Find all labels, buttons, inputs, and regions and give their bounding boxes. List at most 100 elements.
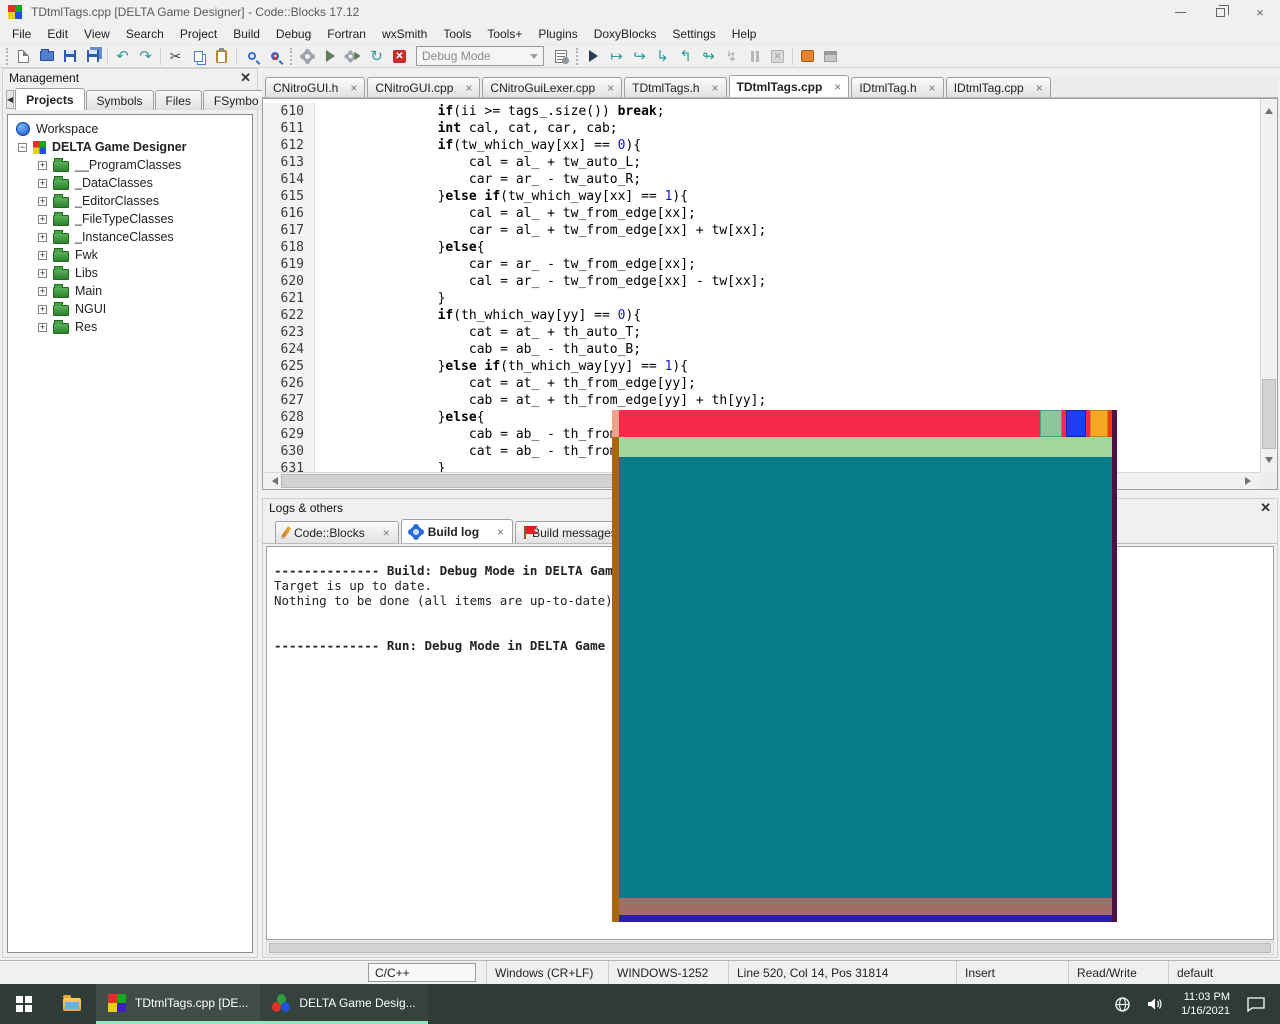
- cut-button[interactable]: ✂: [164, 46, 187, 67]
- menu-item-settings[interactable]: Settings: [664, 25, 723, 43]
- restore-button[interactable]: [1200, 0, 1240, 24]
- scroll-down-icon[interactable]: [1265, 457, 1273, 467]
- expander-plus-icon[interactable]: +: [38, 179, 47, 188]
- network-icon[interactable]: [1114, 996, 1131, 1013]
- line-number[interactable]: 614: [263, 171, 315, 188]
- build-and-run-button[interactable]: [342, 46, 365, 67]
- run-to-cursor-button[interactable]: ↦: [605, 46, 628, 67]
- expander-plus-icon[interactable]: +: [38, 287, 47, 296]
- tab-projects[interactable]: Projects: [15, 88, 84, 110]
- logs-tab-code-blocks[interactable]: Code::Blocks×: [275, 521, 399, 543]
- scroll-left-icon[interactable]: [268, 477, 278, 485]
- various-info-button[interactable]: [819, 46, 842, 67]
- line-number[interactable]: 627: [263, 392, 315, 409]
- line-number[interactable]: 625: [263, 358, 315, 375]
- project-tree[interactable]: Workspace−DELTA Game Designer+__ProgramC…: [7, 114, 253, 953]
- editor-tab-tdtmltags-cpp[interactable]: TDtmlTags.cpp×: [729, 75, 850, 97]
- preview-blue-button[interactable]: [1066, 410, 1086, 437]
- menu-item-fortran[interactable]: Fortran: [319, 25, 374, 43]
- next-instruction-button[interactable]: ↬: [697, 46, 720, 67]
- line-number[interactable]: 626: [263, 375, 315, 392]
- line-number[interactable]: 615: [263, 188, 315, 205]
- replace-button[interactable]: [263, 46, 286, 67]
- toolbar-gripper[interactable]: [576, 48, 578, 65]
- menu-item-plugins[interactable]: Plugins: [530, 25, 585, 43]
- menu-item-wxsmith[interactable]: wxSmith: [374, 25, 435, 43]
- preview-titlebar[interactable]: [619, 410, 1112, 437]
- save-all-button[interactable]: [81, 46, 104, 67]
- open-file-button[interactable]: [35, 46, 58, 67]
- expander-plus-icon[interactable]: +: [38, 323, 47, 332]
- menu-item-doxyblocks[interactable]: DoxyBlocks: [586, 25, 665, 43]
- toolbar-gripper[interactable]: [290, 48, 292, 65]
- close-tab-icon[interactable]: ×: [350, 81, 357, 95]
- app-preview-window[interactable]: [612, 410, 1117, 922]
- tree-item-ngui[interactable]: +NGUI: [8, 300, 252, 318]
- menu-item-file[interactable]: File: [4, 25, 39, 43]
- tree-item-res[interactable]: +Res: [8, 318, 252, 336]
- find-button[interactable]: [240, 46, 263, 67]
- debug-continue-button[interactable]: [582, 46, 605, 67]
- line-number[interactable]: 617: [263, 222, 315, 239]
- expander-plus-icon[interactable]: +: [38, 197, 47, 206]
- editor-tab-cnitrogui-cpp[interactable]: CNitroGUI.cpp×: [367, 77, 480, 97]
- tree-item-dataclasses[interactable]: +_DataClasses: [8, 174, 252, 192]
- editor-tab-idtmltag-cpp[interactable]: IDtmlTag.cpp×: [946, 77, 1051, 97]
- editor-tab-cnitroguilexer-cpp[interactable]: CNitroGuiLexer.cpp×: [482, 77, 622, 97]
- next-line-button[interactable]: ↪: [628, 46, 651, 67]
- line-number[interactable]: 612: [263, 137, 315, 154]
- tree-item-libs[interactable]: +Libs: [8, 264, 252, 282]
- menu-item-build[interactable]: Build: [225, 25, 268, 43]
- line-number[interactable]: 630: [263, 443, 315, 460]
- save-button[interactable]: [58, 46, 81, 67]
- close-tab-icon[interactable]: ×: [383, 526, 390, 540]
- expander-plus-icon[interactable]: +: [38, 305, 47, 314]
- logs-horizontal-scrollbar[interactable]: [266, 941, 1274, 955]
- rebuild-button[interactable]: ↻: [365, 46, 388, 67]
- line-number[interactable]: 620: [263, 273, 315, 290]
- tab-fsymbo[interactable]: FSymbo: [203, 90, 270, 110]
- start-button[interactable]: [0, 984, 48, 1024]
- editor-tab-tdtmltags-h[interactable]: TDtmlTags.h×: [624, 77, 726, 97]
- build-button[interactable]: [296, 46, 319, 67]
- close-logs-icon[interactable]: ✕: [1260, 500, 1271, 516]
- line-number[interactable]: 631: [263, 460, 315, 472]
- abort-button[interactable]: ✕: [388, 46, 411, 67]
- tree-item-fwk[interactable]: +Fwk: [8, 246, 252, 264]
- line-number[interactable]: 613: [263, 154, 315, 171]
- preview-orange-button[interactable]: [1090, 410, 1108, 437]
- tree-item-main[interactable]: +Main: [8, 282, 252, 300]
- run-button[interactable]: [319, 46, 342, 67]
- menu-item-view[interactable]: View: [76, 25, 118, 43]
- copy-button[interactable]: [187, 46, 210, 67]
- expander-plus-icon[interactable]: +: [38, 233, 47, 242]
- line-number[interactable]: 624: [263, 341, 315, 358]
- close-tab-icon[interactable]: ×: [1036, 81, 1043, 95]
- menu-item-edit[interactable]: Edit: [39, 25, 76, 43]
- tree-item-workspace[interactable]: Workspace: [8, 120, 252, 138]
- menu-item-project[interactable]: Project: [172, 25, 225, 43]
- line-number[interactable]: 629: [263, 426, 315, 443]
- menu-item-debug[interactable]: Debug: [268, 25, 319, 43]
- expander-plus-icon[interactable]: +: [38, 161, 47, 170]
- compiler-options-button[interactable]: [549, 46, 572, 67]
- menu-item-tools[interactable]: Tools+: [479, 25, 530, 43]
- tree-item-instanceclasses[interactable]: +_InstanceClasses: [8, 228, 252, 246]
- step-into-button[interactable]: ↳: [651, 46, 674, 67]
- editor-tab-cnitrogui-h[interactable]: CNitroGUI.h×: [265, 77, 365, 97]
- vertical-scrollbar[interactable]: [1260, 99, 1277, 472]
- notification-icon[interactable]: [1246, 995, 1266, 1013]
- tree-item-editorclasses[interactable]: +_EditorClasses: [8, 192, 252, 210]
- step-out-button[interactable]: ↰: [674, 46, 697, 67]
- line-number[interactable]: 621: [263, 290, 315, 307]
- line-number[interactable]: 622: [263, 307, 315, 324]
- tabs-scroll-left-button[interactable]: ◀: [6, 90, 14, 109]
- line-number[interactable]: 628: [263, 409, 315, 426]
- close-button[interactable]: ×: [1240, 0, 1280, 24]
- expander-plus-icon[interactable]: +: [38, 269, 47, 278]
- expander-plus-icon[interactable]: +: [38, 251, 47, 260]
- taskbar-app-delta-game-desig[interactable]: DELTA Game Desig...: [260, 984, 427, 1024]
- minimize-button[interactable]: [1160, 0, 1200, 24]
- redo-button[interactable]: ↷: [134, 46, 157, 67]
- tree-item-delta-game-designer[interactable]: −DELTA Game Designer: [8, 138, 252, 156]
